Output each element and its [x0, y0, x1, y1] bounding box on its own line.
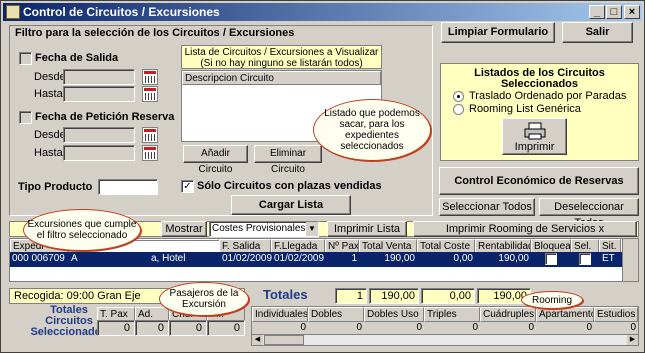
- col-dobles-uso: Dobles Uso: [364, 307, 424, 322]
- callout-rooming: Rooming: [521, 291, 583, 309]
- row-total-coste: 0,00: [453, 253, 473, 264]
- printer-icon: [524, 122, 545, 140]
- sel-checkbox[interactable]: [579, 253, 591, 265]
- lista-title: Lista de Circuitos / Excursiones a Visua…: [184, 47, 379, 58]
- fecha-salida-checkbox[interactable]: [19, 52, 32, 65]
- lista-subtitle: (Si no hay ninguno se listarán todos): [200, 58, 363, 69]
- col-cuadruples: Cuádruples: [480, 307, 536, 322]
- solo-circuitos-checkbox[interactable]: ✓: [181, 180, 194, 193]
- traslado-label: Traslado Ordenado por Paradas: [469, 90, 627, 102]
- row-npax: 1: [351, 253, 357, 264]
- scroll-left-icon[interactable]: ◀: [252, 335, 263, 345]
- rooming-radio[interactable]: [453, 104, 464, 115]
- calendar-icon[interactable]: [142, 69, 158, 85]
- apartamento-value: 0: [586, 322, 592, 333]
- scroll-right-icon[interactable]: ▶: [627, 335, 638, 345]
- calendar-icon[interactable]: [142, 145, 158, 161]
- row-expediente: 000 006709: [12, 253, 65, 264]
- cnd-value: 0: [169, 320, 207, 336]
- inf-value: 0: [207, 320, 245, 336]
- minimize-button[interactable]: _: [589, 5, 605, 19]
- callout-excursiones: Excursiones que cumple el filtro selecci…: [23, 209, 141, 251]
- peticion-desde-input[interactable]: [63, 127, 135, 143]
- col-apartamento: Apartamento: [536, 307, 594, 322]
- rooming-label: Rooming List Genérica: [469, 103, 581, 115]
- calendar-icon[interactable]: [142, 127, 158, 143]
- estudios-value: 0: [630, 322, 636, 333]
- recogida-text: Recogida: 09:00 Gran Eje: [14, 290, 141, 302]
- control-economico-button[interactable]: Control Económico de Reservas: [439, 167, 639, 195]
- peticion-hasta-input[interactable]: [63, 145, 135, 161]
- ad-value: 0: [135, 320, 169, 336]
- fecha-salida-label: Fecha de Salida: [35, 52, 119, 64]
- mostrar-button[interactable]: Mostrar ...: [161, 221, 207, 249]
- col-individuales: Individuales: [252, 307, 308, 322]
- salida-hasta-input[interactable]: [63, 86, 135, 102]
- triples-value: 0: [472, 322, 478, 333]
- salida-desde-input[interactable]: [63, 69, 135, 85]
- solo-circuitos-label: Sólo Circuitos con plazas vendidas: [197, 180, 382, 192]
- tipo-producto-input[interactable]: [98, 179, 158, 195]
- cuadruples-value: 0: [528, 322, 534, 333]
- traslado-radio[interactable]: [453, 91, 464, 102]
- row-sit: ET: [602, 253, 615, 264]
- scroll-thumb[interactable]: [264, 335, 304, 345]
- imprimir-rooming-button[interactable]: Imprimir Rooming de Servicios x Proveedo…: [413, 221, 637, 249]
- dobles-value: 0: [356, 322, 362, 333]
- imprimir-button[interactable]: Imprimir: [502, 118, 567, 155]
- hasta-label: Hasta: [34, 147, 63, 159]
- callout-pasajeros: Pasajeros de la Excursión: [159, 282, 249, 316]
- dobles-uso-value: 0: [416, 322, 422, 333]
- cargar-lista-button[interactable]: Cargar Lista: [231, 195, 351, 215]
- calendar-icon[interactable]: [142, 86, 158, 102]
- fecha-peticion-label: Fecha de Petición Reserva: [35, 111, 175, 123]
- deseleccionar-todos-button[interactable]: Deseleccionar Todos: [539, 198, 639, 229]
- lista-header: Lista de Circuitos / Excursiones a Visua…: [181, 45, 382, 69]
- costes-value: Costes Provisionales: [212, 223, 306, 234]
- listados-subtitle: Seleccionados: [500, 78, 579, 90]
- hasta-label: Hasta: [34, 88, 63, 100]
- main-window: Control de Circuitos / Excursiones _ □ ×…: [0, 0, 645, 353]
- salir-button[interactable]: Salir: [562, 22, 633, 43]
- row-total-venta: 190,00: [384, 253, 415, 264]
- totales-pax: 1: [335, 288, 367, 304]
- tipo-producto-label: Tipo Producto: [18, 181, 93, 193]
- eliminar-circuito-button[interactable]: Eliminar Circuito: [254, 145, 322, 175]
- totales-venta: 190,00: [369, 288, 419, 304]
- imprimir-label: Imprimir: [514, 141, 555, 153]
- chevron-down-icon[interactable]: ▼: [306, 222, 318, 236]
- col-triples: Triples: [424, 307, 480, 322]
- anadir-circuito-button[interactable]: Añadir Circuito: [183, 145, 248, 175]
- tpax-value: 0: [97, 320, 135, 336]
- close-button[interactable]: ×: [624, 5, 640, 19]
- limpiar-formulario-button[interactable]: Limpiar Formulario: [441, 22, 555, 43]
- costes-select[interactable]: Costes Provisionales ▼: [209, 221, 319, 237]
- row-fllegada: 01/02/2009: [274, 253, 325, 264]
- window-title: Control de Circuitos / Excursiones: [23, 5, 220, 19]
- individuales-value: 0: [300, 322, 306, 333]
- seleccionar-todos-button[interactable]: Seleccionar Todos: [439, 198, 535, 216]
- col-estudios: Estudios 2: [594, 307, 638, 322]
- rooming-scrollbar[interactable]: ◀ ▶: [252, 334, 638, 345]
- fecha-peticion-checkbox[interactable]: [19, 111, 32, 124]
- maximize-button[interactable]: □: [606, 5, 622, 19]
- title-bar: Control de Circuitos / Excursiones _ □ ×: [3, 3, 642, 21]
- totales-label: Totales: [263, 287, 308, 302]
- col-dobles: Dobles: [308, 307, 364, 322]
- callout-listado: Listado que podemos sacar, para los expe…: [313, 99, 431, 161]
- table-scrollbar[interactable]: [622, 239, 638, 281]
- row-rentabilidad: 190,00: [498, 253, 529, 264]
- row-fsalida: 01/02/2009: [222, 253, 273, 264]
- imprimir-lista-button[interactable]: Imprimir Lista: [327, 221, 407, 237]
- app-icon: [6, 5, 20, 19]
- totales-coste: 0,00: [421, 288, 475, 304]
- row-desc-b: a, Hotel: [151, 253, 186, 264]
- row-desc-a: A: [71, 253, 78, 264]
- bloquear-checkbox[interactable]: [545, 253, 557, 265]
- lista-column-header: Descripcion Circuito: [182, 71, 381, 85]
- desde-label: Desde: [34, 129, 66, 141]
- filter-title: Filtro para la selección de los Circuito…: [15, 27, 295, 39]
- desde-label: Desde: [34, 71, 66, 83]
